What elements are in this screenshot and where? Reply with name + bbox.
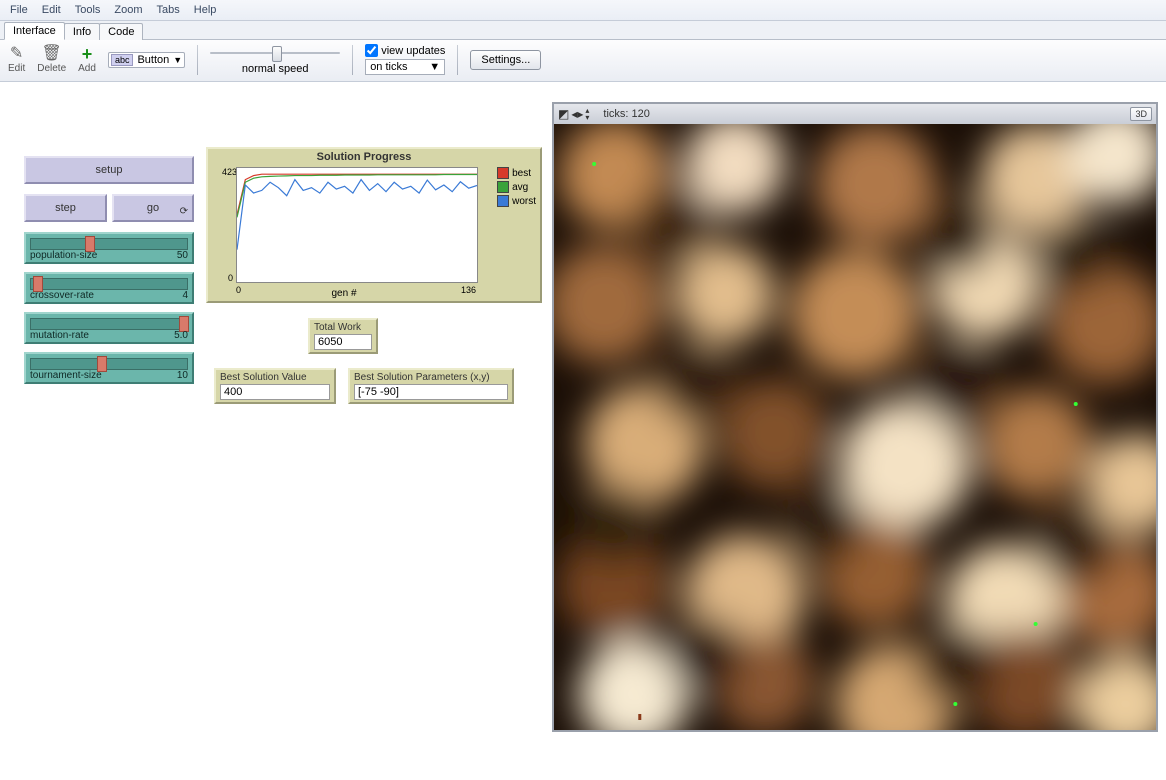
separator <box>457 45 458 75</box>
slider-crossover-rate[interactable]: crossover-rate 4 <box>24 272 194 304</box>
slider-label: population-size <box>30 250 97 261</box>
toolbar: ✎Edit 🗑Delete +Add abc Button ▼ normal s… <box>0 40 1166 82</box>
go-button[interactable]: go⟳ <box>112 194 194 222</box>
settings-button[interactable]: Settings... <box>470 50 541 70</box>
legend-avg: avg <box>497 181 536 193</box>
speed-control: normal speed <box>210 44 340 75</box>
menu-zoom[interactable]: Zoom <box>108 2 148 18</box>
view-updates-checkbox[interactable]: view updates <box>365 44 445 57</box>
tab-interface[interactable]: Interface <box>4 22 65 40</box>
plot-ymax: 423 <box>222 167 237 177</box>
slider-value: 5.0 <box>174 330 188 341</box>
world-canvas[interactable] <box>554 124 1156 730</box>
monitor-label: Best Solution Parameters (x,y) <box>354 372 508 383</box>
plot-xmin: 0 <box>236 285 241 295</box>
widget-type-selector[interactable]: abc Button ▼ <box>108 52 185 68</box>
tab-bar: InterfaceInfoCode <box>0 21 1166 40</box>
slider-tournament-size[interactable]: tournament-size 10 <box>24 352 194 384</box>
slider-population-size[interactable]: population-size 50 <box>24 232 194 264</box>
slider-track <box>30 238 188 250</box>
chevron-down-icon: ▼ <box>429 61 440 73</box>
plot-canvas <box>236 167 478 283</box>
pencil-icon: ✎ <box>10 46 23 62</box>
view-mode-selector[interactable]: on ticks ▼ <box>365 59 445 75</box>
slider-value: 50 <box>177 250 188 261</box>
slider-label: tournament-size <box>30 370 102 381</box>
monitor-total-work: Total Work 6050 <box>308 318 378 354</box>
monitor-label: Best Solution Value <box>220 372 330 383</box>
tick-counter: ticks: 120 <box>603 108 649 120</box>
slider-track <box>30 318 188 330</box>
step-button[interactable]: step <box>24 194 107 222</box>
monitor-value: [-75 -90] <box>354 384 508 400</box>
add-label: Add <box>78 63 96 74</box>
monitor-value: 400 <box>220 384 330 400</box>
monitor-label: Total Work <box>314 322 372 333</box>
view-updates-label: view updates <box>381 45 445 57</box>
plot-xmax: 136 <box>461 285 476 295</box>
speed-slider[interactable] <box>210 44 340 62</box>
menu-edit[interactable]: Edit <box>36 2 67 18</box>
legend-best: best <box>497 167 536 179</box>
menu-tabs[interactable]: Tabs <box>151 2 186 18</box>
swatch-icon <box>497 167 509 179</box>
menu-bar: FileEditToolsZoomTabsHelp <box>0 0 1166 21</box>
tab-code[interactable]: Code <box>99 23 143 40</box>
pan-up-down-icon[interactable]: ▴▾ <box>585 107 589 121</box>
setup-button[interactable]: setup <box>24 156 194 184</box>
slider-value: 10 <box>177 370 188 381</box>
slider-value: 4 <box>182 290 188 301</box>
pan-left-right-icon[interactable]: ◂▸ <box>571 107 583 121</box>
separator <box>352 45 353 75</box>
view-toolbar: ◩ ◂▸ ▴▾ ticks: 120 3D <box>554 104 1156 125</box>
delete-label: Delete <box>37 63 66 74</box>
legend-worst: worst <box>497 195 536 207</box>
edit-label: Edit <box>8 63 25 74</box>
slider-track <box>30 278 188 290</box>
swatch-icon <box>497 195 509 207</box>
chevron-down-icon: ▼ <box>173 55 182 65</box>
trash-icon: 🗑 <box>42 46 62 62</box>
delete-tool[interactable]: 🗑Delete <box>37 46 66 74</box>
menu-tools[interactable]: Tools <box>69 2 107 18</box>
world-view[interactable]: ◩ ◂▸ ▴▾ ticks: 120 3D <box>552 102 1158 732</box>
inspect-icon[interactable]: ◩ <box>558 107 569 121</box>
slider-mutation-rate[interactable]: mutation-rate 5.0 <box>24 312 194 344</box>
menu-help[interactable]: Help <box>188 2 223 18</box>
menu-file[interactable]: File <box>4 2 34 18</box>
view-mode-label: on ticks <box>370 61 407 73</box>
plus-icon: + <box>82 46 93 62</box>
forever-icon: ⟳ <box>180 206 188 217</box>
plot-solution-progress: Solution Progress Solution Value gen # 4… <box>206 147 542 303</box>
slider-track <box>30 358 188 370</box>
edit-tool[interactable]: ✎Edit <box>8 46 25 74</box>
plot-legend: best avg worst <box>497 167 536 209</box>
monitor-value: 6050 <box>314 334 372 350</box>
monitor-best-params: Best Solution Parameters (x,y) [-75 -90] <box>348 368 514 404</box>
separator <box>197 45 198 75</box>
swatch-icon <box>497 181 509 193</box>
monitor-best-value: Best Solution Value 400 <box>214 368 336 404</box>
plot-title: Solution Progress <box>208 151 520 163</box>
workspace: setup step go⟳ population-size 50 crossove… <box>0 82 1166 780</box>
tab-info[interactable]: Info <box>64 23 100 40</box>
plot-xlabel: gen # <box>208 288 480 299</box>
3d-button[interactable]: 3D <box>1130 107 1152 121</box>
add-tool[interactable]: +Add <box>78 46 96 74</box>
abc-icon: abc <box>111 54 134 66</box>
plot-ymin: 0 <box>228 273 233 283</box>
slider-label: mutation-rate <box>30 330 89 341</box>
type-label: Button <box>137 54 169 66</box>
speed-label: normal speed <box>242 63 309 75</box>
slider-label: crossover-rate <box>30 290 94 301</box>
